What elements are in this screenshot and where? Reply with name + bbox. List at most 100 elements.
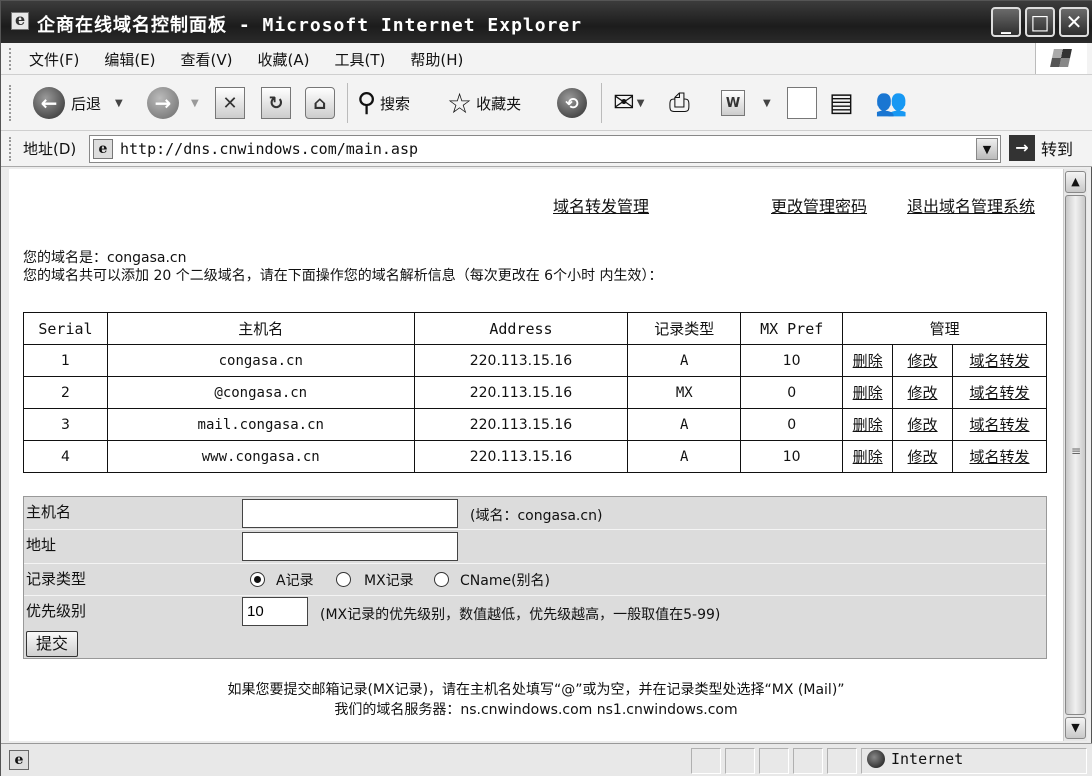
messenger-icon[interactable]: 👥 (875, 88, 907, 118)
scroll-thumb[interactable] (1065, 195, 1086, 715)
maximize-button[interactable]: □ (1025, 7, 1055, 37)
forward-link[interactable]: 域名转发 (970, 448, 1030, 466)
header-address: Address (413, 312, 629, 345)
type-row: 记录类型 A记录 MX记录 CName(别名) (24, 563, 1046, 593)
priority-row: 优先级别 (MX记录的优先级别，数值越低，优先级越高，一般取值在5-99) (24, 595, 1046, 626)
cell-mx-pref: 0 (740, 376, 844, 409)
scroll-down-icon[interactable]: ▼ (1065, 717, 1086, 739)
stop-icon[interactable]: ✕ (215, 87, 245, 119)
menu-file[interactable]: 文件(F) (29, 49, 79, 70)
edit-button[interactable]: W ▼ (721, 83, 771, 123)
favorites-label: 收藏夹 (476, 94, 522, 113)
link-change-password[interactable]: 更改管理密码 (771, 193, 867, 217)
scroll-up-icon[interactable]: ▲ (1065, 171, 1086, 193)
address-dropdown-icon[interactable]: ▼ (976, 138, 998, 160)
mail-button[interactable]: ✉ ▼ (613, 83, 645, 123)
radio-cname-label: CName(别名) (460, 573, 551, 589)
forward-arrow-icon: → (147, 87, 179, 119)
radio-mx-record[interactable] (336, 572, 351, 587)
priority-input[interactable] (242, 597, 308, 626)
cell-host: @congasa.cn (106, 376, 415, 409)
go-label: 转到 (1041, 140, 1074, 159)
radio-a-label: A记录 (276, 573, 314, 589)
mail-dropdown-icon[interactable]: ▼ (637, 98, 645, 109)
menu-favorites[interactable]: 收藏(A) (258, 49, 310, 70)
delete-link[interactable]: 删除 (853, 352, 883, 370)
research-icon[interactable]: ▤ (829, 88, 854, 118)
menu-grip (9, 48, 12, 70)
submit-button[interactable]: 提交 (26, 631, 78, 657)
forward-button[interactable]: → ▼ (147, 83, 199, 123)
edit-link[interactable]: 修改 (908, 416, 938, 434)
edit-dropdown-icon[interactable]: ▼ (763, 98, 771, 109)
header-manage: 管理 (842, 312, 1047, 345)
word-edit-icon: W (721, 90, 745, 116)
refresh-icon[interactable]: ↻ (261, 87, 291, 119)
address-field[interactable]: e http://dns.cnwindows.com/main.asp ▼ (89, 135, 1001, 163)
favorites-star-icon: ☆ (447, 86, 473, 120)
history-icon[interactable]: ⟲ (557, 88, 587, 118)
cell-serial: 3 (23, 408, 108, 441)
status-cell (759, 748, 789, 774)
link-logout[interactable]: 退出域名管理系统 (907, 193, 1035, 217)
table-row: 1 congasa.cn 220.113.15.16 A 10 删除 修改 域名… (23, 344, 1047, 377)
address-input[interactable] (242, 532, 458, 561)
cell-address: 220.113.15.16 (413, 440, 629, 473)
discuss-icon[interactable] (787, 87, 817, 119)
close-button[interactable]: ✕ (1059, 7, 1089, 37)
address-url[interactable]: http://dns.cnwindows.com/main.asp (120, 140, 418, 158)
back-button[interactable]: ← 后退 ▼ (33, 83, 123, 123)
forward-dropdown-icon[interactable]: ▼ (191, 98, 199, 109)
address-form-label: 地址 (26, 536, 57, 554)
address-bar: 地址(D) e http://dns.cnwindows.com/main.as… (1, 131, 1092, 167)
back-label: 后退 (71, 94, 102, 113)
menu-help[interactable]: 帮助(H) (410, 49, 463, 70)
delete-link[interactable]: 删除 (853, 384, 883, 402)
delete-link[interactable]: 删除 (853, 416, 883, 434)
menu-view[interactable]: 查看(V) (181, 49, 233, 70)
page-content: 域名转发管理 更改管理密码 退出域名管理系统 您的域名是：congasa.cn … (9, 169, 1063, 741)
host-label: 主机名 (26, 503, 72, 521)
host-input[interactable] (242, 499, 458, 528)
cell-host: mail.congasa.cn (106, 408, 415, 441)
cell-type: A (627, 344, 742, 377)
page-icon: e (93, 139, 113, 159)
radio-a-record[interactable] (250, 572, 265, 587)
cell-serial: 4 (23, 440, 108, 473)
menu-tools[interactable]: 工具(T) (334, 49, 385, 70)
edit-link[interactable]: 修改 (908, 448, 938, 466)
cell-serial: 2 (23, 376, 108, 409)
toolbar-grip (9, 85, 12, 121)
print-icon[interactable]: ⎙ (669, 88, 690, 119)
toolbar: ← 后退 ▼ → ▼ ✕ ↻ ⌂ ⚲ 搜索 ☆ 收藏夹 ⟲ ✉ ▼ ⎙ W ▼ (1, 75, 1092, 131)
table-header-row: Serial 主机名 Address 记录类型 MX Pref 管理 (23, 312, 1047, 345)
cell-mx-pref: 10 (740, 344, 844, 377)
forward-link[interactable]: 域名转发 (970, 352, 1030, 370)
menu-edit[interactable]: 编辑(E) (104, 49, 155, 70)
delete-link[interactable]: 删除 (853, 448, 883, 466)
vertical-scrollbar[interactable]: ▲ ▼ (1063, 169, 1087, 741)
cell-address: 220.113.15.16 (413, 376, 629, 409)
link-domain-forwarding[interactable]: 域名转发管理 (553, 193, 649, 217)
mail-icon: ✉ (613, 88, 635, 118)
radio-cname-record[interactable] (434, 572, 449, 587)
table-row: 2 @congasa.cn 220.113.15.16 MX 0 删除 修改 域… (23, 376, 1047, 409)
ie-app-icon (11, 10, 29, 30)
cell-type: A (627, 440, 742, 473)
internet-globe-icon (867, 750, 885, 768)
home-icon[interactable]: ⌂ (305, 87, 335, 119)
go-button[interactable]: → 转到 (1009, 135, 1073, 161)
edit-link[interactable]: 修改 (908, 352, 938, 370)
search-button[interactable]: ⚲ 搜索 (357, 83, 410, 123)
edit-link[interactable]: 修改 (908, 384, 938, 402)
forward-link[interactable]: 域名转发 (970, 384, 1030, 402)
back-dropdown-icon[interactable]: ▼ (115, 98, 123, 109)
go-arrow-icon: → (1009, 135, 1035, 161)
cell-address: 220.113.15.16 (413, 344, 629, 377)
minimize-button[interactable]: _ (991, 7, 1021, 37)
forward-link[interactable]: 域名转发 (970, 416, 1030, 434)
dns-servers-note: 我们的域名服务器：ns.cnwindows.com ns1.cnwindows.… (334, 702, 738, 718)
table-row: 3 mail.congasa.cn 220.113.15.16 A 0 删除 修… (23, 408, 1047, 441)
status-cell (793, 748, 823, 774)
favorites-button[interactable]: ☆ 收藏夹 (447, 83, 521, 123)
